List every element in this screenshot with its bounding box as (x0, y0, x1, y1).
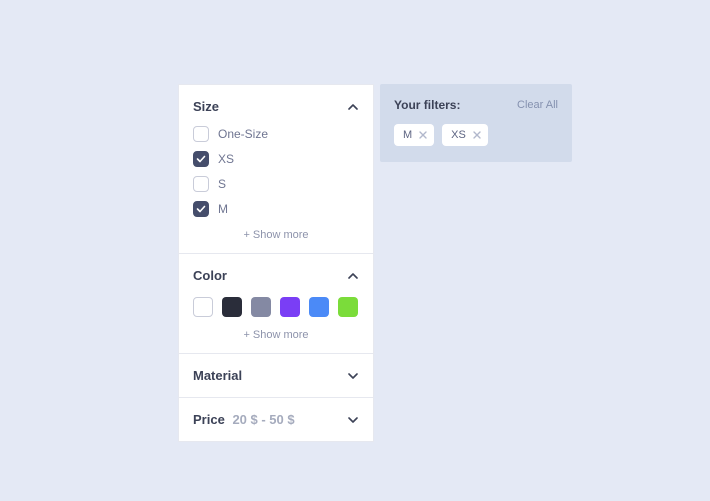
color-swatch[interactable] (338, 297, 358, 317)
size-option[interactable]: S (193, 176, 359, 192)
section-size-header[interactable]: Size (193, 99, 359, 114)
size-option-label: S (218, 177, 226, 191)
section-color: Color + Show more (179, 254, 373, 354)
chevron-down-icon (347, 370, 359, 382)
size-show-more[interactable]: + Show more (193, 229, 359, 241)
color-swatch-row (193, 297, 359, 317)
section-color-title: Color (193, 268, 227, 283)
close-icon[interactable] (473, 131, 481, 139)
applied-filters-header: Your filters: Clear All (394, 98, 558, 112)
section-material-header[interactable]: Material (193, 368, 359, 383)
section-material: Material (179, 354, 373, 398)
size-option-label: M (218, 202, 228, 216)
section-color-header[interactable]: Color (193, 268, 359, 283)
section-size: Size One-Size XS S (179, 85, 373, 254)
checkbox-icon (193, 151, 209, 167)
color-show-more[interactable]: + Show more (193, 329, 359, 341)
size-option-list: One-Size XS S M (193, 126, 359, 217)
color-swatch[interactable] (193, 297, 213, 317)
section-price-header[interactable]: Price 20 $ - 50 $ (193, 412, 359, 427)
size-option[interactable]: One-Size (193, 126, 359, 142)
checkbox-icon (193, 176, 209, 192)
color-swatch[interactable] (251, 297, 271, 317)
filter-panel: Size One-Size XS S (178, 84, 374, 442)
chevron-up-icon (347, 101, 359, 113)
filter-chip: XS (442, 124, 488, 146)
applied-chip-row: M XS (394, 124, 558, 146)
clear-all-button[interactable]: Clear All (517, 99, 558, 111)
filter-chip: M (394, 124, 434, 146)
size-option[interactable]: M (193, 201, 359, 217)
chevron-down-icon (347, 414, 359, 426)
section-price-title: Price 20 $ - 50 $ (193, 412, 295, 427)
color-swatch[interactable] (222, 297, 242, 317)
checkbox-icon (193, 201, 209, 217)
checkbox-icon (193, 126, 209, 142)
price-label: Price (193, 412, 225, 427)
close-icon[interactable] (419, 131, 427, 139)
applied-filters-panel: Your filters: Clear All M XS (380, 84, 572, 162)
section-price: Price 20 $ - 50 $ (179, 398, 373, 441)
color-swatch[interactable] (280, 297, 300, 317)
filter-chip-label: M (403, 129, 412, 141)
price-range: 20 $ - 50 $ (232, 412, 294, 427)
applied-filters-title: Your filters: (394, 98, 460, 112)
section-size-title: Size (193, 99, 219, 114)
size-option-label: One-Size (218, 127, 268, 141)
filter-chip-label: XS (451, 129, 466, 141)
size-option-label: XS (218, 152, 234, 166)
chevron-up-icon (347, 270, 359, 282)
section-material-title: Material (193, 368, 242, 383)
size-option[interactable]: XS (193, 151, 359, 167)
color-swatch[interactable] (309, 297, 329, 317)
